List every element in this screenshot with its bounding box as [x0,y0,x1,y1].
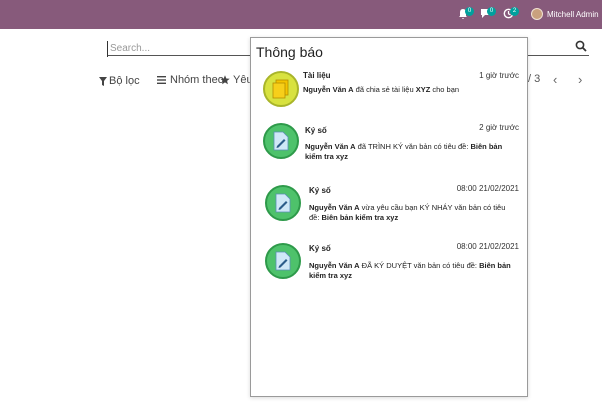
notification-actor: Nguyễn Văn A [309,203,360,212]
sign-icon-circle [265,243,301,279]
notification-actor: Nguyễn Văn A [303,85,354,94]
notification-time: 08:00 21/02/2021 [456,242,519,251]
favorites-button[interactable]: Yêu [220,74,253,86]
notification-message: Nguyễn Văn A vừa yêu cầu bạn KÝ NHÁY văn… [309,203,517,223]
panel-title: Thông báo [256,44,323,60]
sign-document-icon [275,193,291,213]
sign-document-icon [275,251,291,271]
notification-text: đã TRÌNH KÝ văn bản có tiêu đề: [355,142,471,151]
notification-category: Tài liệu [303,71,331,80]
group-by-label: Nhóm theo [170,74,224,86]
notification-text: ĐÃ KÝ DUYỆT văn bản có tiêu đề: [359,261,480,270]
list-icon [157,76,166,84]
notification-actor: Nguyễn Văn A [309,261,360,270]
messages-button[interactable]: 0 [480,7,496,21]
messages-count-badge: 0 [487,7,496,16]
notification-message: Nguyễn Văn A đã chia sẻ tài liệu XYZ cho… [303,85,513,95]
notification-category: Ký số [305,126,327,135]
notification-item[interactable]: Ký số 08:00 21/02/2021 Nguyễn Văn A vừa … [251,181,527,231]
sign-icon-circle [265,185,301,221]
notification-item[interactable]: Tài liệu 1 giờ trước Nguyễn Văn A đã chi… [251,68,527,113]
notification-count-badge: 0 [465,7,474,16]
sign-icon-circle [263,123,299,159]
notification-panel: Thông báo Tài liệu 1 giờ trước Nguyễn Vă… [250,37,528,397]
avatar [531,8,543,20]
notification-category: Ký số [309,186,331,195]
notification-message: Nguyễn Văn A ĐÃ KÝ DUYỆT văn bản có tiêu… [309,261,517,281]
document-icon [272,79,289,99]
notification-category: Ký số [309,244,331,253]
pager-next-button[interactable]: › [578,72,582,87]
activities-count-badge: 2 [510,7,519,16]
pager-value: / 3 [528,73,541,85]
sign-document-icon [273,131,289,151]
notification-message: Nguyễn Văn A đã TRÌNH KÝ văn bản có tiêu… [305,142,515,162]
notification-subject: XYZ [415,85,431,94]
star-icon [220,75,230,85]
search-icon[interactable] [575,40,587,52]
activity-bell-button[interactable]: 0 [458,7,474,21]
activities-button[interactable]: 2 [503,7,519,21]
notification-item[interactable]: Ký số 2 giờ trước Nguyễn Văn A đã TRÌNH … [251,120,527,170]
notification-text-tail: cho bạn [430,85,460,94]
group-by-button[interactable]: Nhóm theo [157,74,224,86]
notification-actor: Nguyễn Văn A [305,142,356,151]
notification-text: đã chia sẻ tài liệu [353,85,416,94]
filter-button[interactable]: Bộ lọc [99,75,140,87]
user-name: Mitchell Admin [547,9,599,19]
notification-time: 08:00 21/02/2021 [456,184,519,193]
notification-subject: Biên bản kiểm tra xyz [321,213,399,222]
top-navbar: 0 0 2 Mitchell Admin [0,0,602,29]
filter-icon [99,76,107,86]
document-icon-circle [263,71,299,107]
filter-label: Bộ lọc [109,75,140,87]
user-menu[interactable]: Mitchell Admin [531,6,599,22]
pager-previous-button[interactable]: ‹ [553,72,557,87]
notification-time: 1 giờ trước [479,71,519,80]
notification-item[interactable]: Ký số 08:00 21/02/2021 Nguyễn Văn A ĐÃ K… [251,239,527,289]
notification-time: 2 giờ trước [479,123,519,132]
